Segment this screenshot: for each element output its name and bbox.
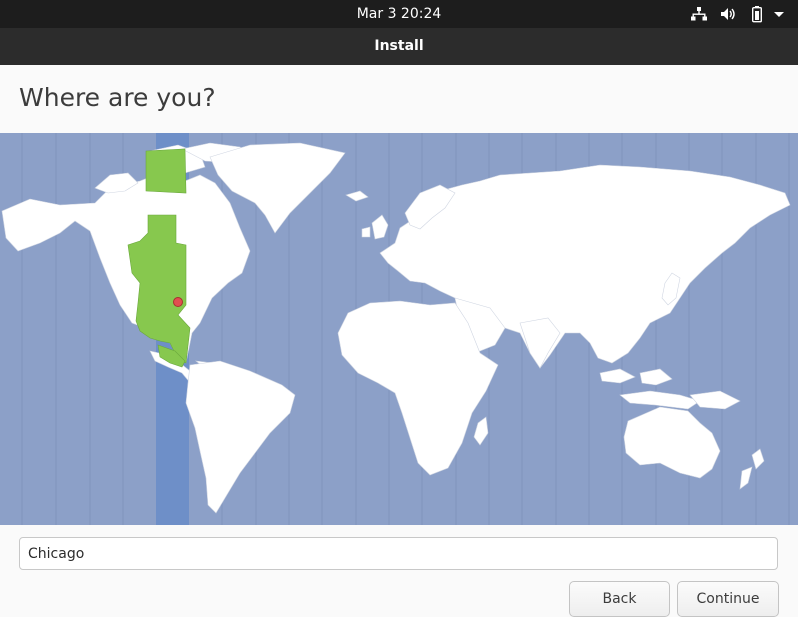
- world-map[interactable]: [0, 133, 798, 525]
- network-icon[interactable]: [690, 5, 708, 23]
- back-button[interactable]: Back: [569, 581, 670, 617]
- window-title: Install: [374, 38, 424, 54]
- city-marker[interactable]: [173, 297, 183, 307]
- system-menu-icon[interactable]: [772, 5, 786, 23]
- top-bar: Mar 3 20:24: [0, 0, 798, 28]
- clock[interactable]: Mar 3 20:24: [0, 0, 798, 28]
- page-header: Where are you?: [0, 65, 798, 133]
- timezone-map[interactable]: [0, 133, 798, 525]
- continue-button[interactable]: Continue: [677, 581, 779, 617]
- battery-icon[interactable]: [748, 5, 766, 23]
- window-titlebar[interactable]: Install: [0, 28, 798, 65]
- timezone-input[interactable]: [19, 537, 778, 570]
- page-title: Where are you?: [19, 83, 216, 112]
- volume-icon[interactable]: [719, 5, 737, 23]
